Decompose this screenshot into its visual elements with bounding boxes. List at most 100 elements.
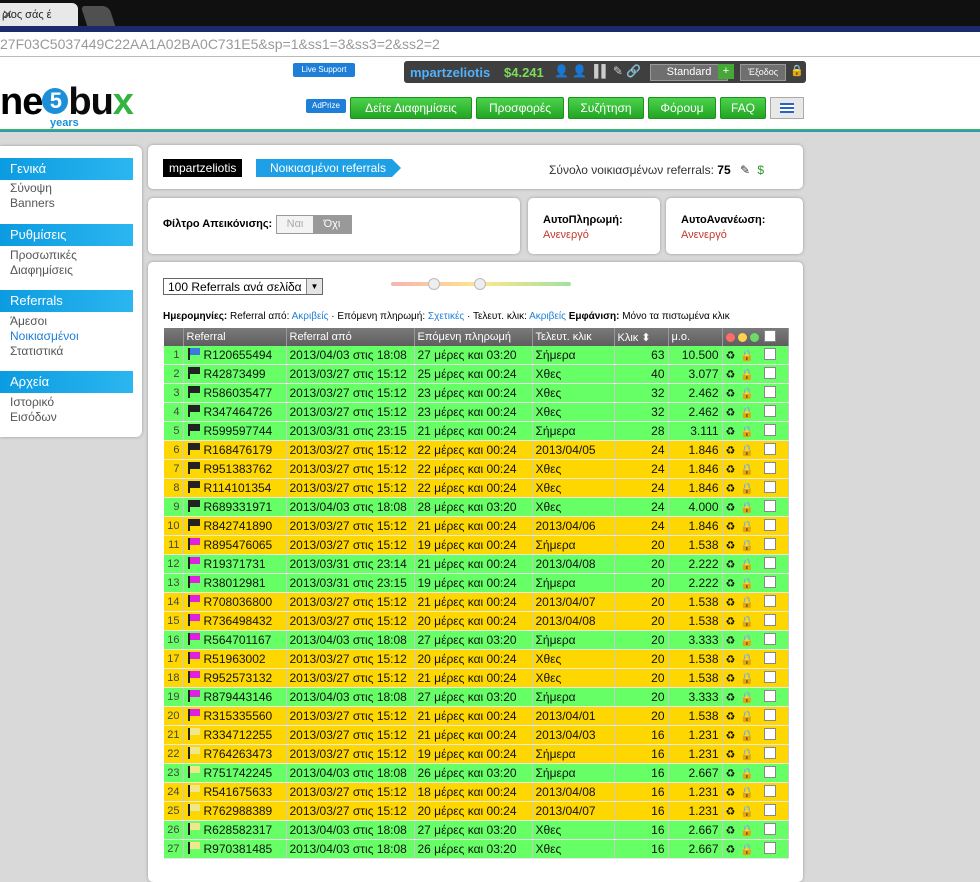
referral-id[interactable]: R564701167 xyxy=(183,630,287,650)
row-checkbox[interactable] xyxy=(764,671,777,683)
recycle-icon[interactable]: ♻ xyxy=(726,597,736,609)
recycle-icon[interactable]: ♻ xyxy=(726,635,736,647)
filter-toggle[interactable]: Ναι Όχι xyxy=(276,215,352,234)
recycle-icon[interactable]: ♻ xyxy=(726,825,736,837)
lock-icon[interactable]: 🔒 xyxy=(740,749,754,761)
recycle-icon[interactable]: ♻ xyxy=(726,616,736,628)
row-checkbox[interactable] xyxy=(764,538,777,550)
sidebar-item-statistics[interactable]: Στατιστικά xyxy=(10,344,63,358)
referral-id[interactable]: R952573132 xyxy=(183,668,287,688)
referral-id[interactable]: R842741890 xyxy=(183,516,287,536)
referral-id[interactable]: R751742245 xyxy=(183,763,287,783)
red-dot-icon[interactable] xyxy=(725,333,735,342)
referral-id[interactable]: R628582317 xyxy=(183,820,287,840)
referral-id[interactable]: R586035477 xyxy=(183,383,287,403)
autorenew-value[interactable]: Ανενεργό xyxy=(681,229,727,241)
next-pay-option[interactable]: Σχετικές xyxy=(428,311,464,322)
recycle-icon[interactable]: ♻ xyxy=(726,445,736,457)
flag-icon[interactable] xyxy=(187,671,201,683)
lock-icon[interactable]: 🔒 xyxy=(740,350,754,362)
recycle-icon[interactable]: ♻ xyxy=(726,711,736,723)
row-checkbox[interactable] xyxy=(764,348,777,360)
flag-icon[interactable] xyxy=(187,538,201,550)
referral-id[interactable]: R599597744 xyxy=(183,421,287,441)
lock-icon[interactable]: 🔒 xyxy=(740,768,754,780)
lock-icon[interactable]: 🔒 xyxy=(740,730,754,742)
row-checkbox[interactable] xyxy=(764,481,777,493)
recycle-icon[interactable]: ♻ xyxy=(726,521,736,533)
recycle-icon[interactable]: ♻ xyxy=(726,578,736,590)
sidebar-item-banners[interactable]: Banners xyxy=(10,196,55,210)
filter-option-yes[interactable]: Ναι xyxy=(277,216,313,233)
recycle-icon[interactable]: ♻ xyxy=(726,407,736,419)
referral-id[interactable]: R879443146 xyxy=(183,687,287,707)
recycle-icon[interactable]: ♻ xyxy=(726,502,736,514)
neobux-logo[interactable]: ne 5 bux xyxy=(0,82,134,122)
recycle-icon[interactable]: ♻ xyxy=(726,730,736,742)
breadcrumb-user[interactable]: mpartzeliotis xyxy=(163,159,243,177)
referral-id[interactable]: R315335560 xyxy=(183,706,287,726)
flag-icon[interactable] xyxy=(187,842,201,854)
lock-icon[interactable]: 🔒 xyxy=(740,521,754,533)
autopay-value[interactable]: Ανενεργό xyxy=(543,229,589,241)
row-checkbox[interactable] xyxy=(764,728,777,740)
chevron-down-icon[interactable]: ▼ xyxy=(306,279,322,294)
lock-icon[interactable]: 🔒 xyxy=(740,540,754,552)
row-checkbox[interactable] xyxy=(764,557,777,569)
recycle-icon[interactable]: ♻ xyxy=(726,692,736,704)
col-referral[interactable]: Referral xyxy=(183,328,287,346)
flag-icon[interactable] xyxy=(187,481,201,493)
money-icon[interactable]: $ xyxy=(757,163,764,177)
nav-view-ads[interactable]: Δείτε Διαφημίσεις xyxy=(350,97,472,119)
nav-offers[interactable]: Προσφορές xyxy=(476,97,564,119)
row-checkbox[interactable] xyxy=(764,576,777,588)
select-all-checkbox[interactable] xyxy=(763,330,776,342)
flag-icon[interactable] xyxy=(187,766,201,778)
flag-icon[interactable] xyxy=(187,348,201,360)
row-checkbox[interactable] xyxy=(764,405,777,417)
flag-icon[interactable] xyxy=(187,405,201,417)
lock-icon[interactable]: 🔒 xyxy=(740,673,754,685)
flag-icon[interactable] xyxy=(187,367,201,379)
recycle-icon[interactable]: ♻ xyxy=(726,426,736,438)
lock-icon[interactable]: 🔒 xyxy=(740,806,754,818)
recycle-icon[interactable]: ♻ xyxy=(726,483,736,495)
recycle-icon[interactable]: ♻ xyxy=(726,749,736,761)
referral-id[interactable]: R970381485 xyxy=(183,839,287,859)
referral-id[interactable]: R51963002 xyxy=(183,649,287,669)
row-checkbox[interactable] xyxy=(764,443,777,455)
lock-icon[interactable]: 🔒 xyxy=(740,616,754,628)
referral-id[interactable]: R347464726 xyxy=(183,402,287,422)
sidebar-section-settings[interactable]: Ρυθμίσεις xyxy=(0,224,133,246)
green-dot-icon[interactable] xyxy=(749,333,759,342)
row-checkbox[interactable] xyxy=(764,652,777,664)
referral-id[interactable]: R764263473 xyxy=(183,744,287,764)
flag-icon[interactable] xyxy=(187,595,201,607)
flag-icon[interactable] xyxy=(187,785,201,797)
lock-icon[interactable]: 🔒 xyxy=(740,787,754,799)
yellow-dot-icon[interactable] xyxy=(737,333,747,342)
slider-handle-yellow[interactable] xyxy=(474,278,486,290)
lock-icon[interactable]: 🔒 xyxy=(740,597,754,609)
flag-icon[interactable] xyxy=(187,690,201,702)
nav-discussion[interactable]: Συζήτηση xyxy=(568,97,644,119)
recycle-icon[interactable]: ♻ xyxy=(726,369,736,381)
lock-icon[interactable]: 🔒 xyxy=(740,825,754,837)
flag-icon[interactable] xyxy=(187,386,201,398)
lock-icon[interactable]: 🔒 xyxy=(740,426,754,438)
referral-id[interactable]: R168476179 xyxy=(183,440,287,460)
lock-icon[interactable]: 🔒 xyxy=(740,445,754,457)
referral-id[interactable]: R38012981 xyxy=(183,573,287,593)
lock-icon[interactable]: 🔒 xyxy=(740,464,754,476)
recycle-icon[interactable]: ♻ xyxy=(726,464,736,476)
nav-forum[interactable]: Φόρουμ xyxy=(648,97,716,119)
row-checkbox[interactable] xyxy=(764,804,777,816)
flag-icon[interactable] xyxy=(187,557,201,569)
flag-icon[interactable] xyxy=(187,443,201,455)
row-checkbox[interactable] xyxy=(764,500,777,512)
lock-icon[interactable]: 🔒 xyxy=(740,483,754,495)
recycle-icon[interactable]: ♻ xyxy=(726,787,736,799)
flag-icon[interactable] xyxy=(187,424,201,436)
lock-icon[interactable]: 🔒 xyxy=(740,559,754,571)
row-checkbox[interactable] xyxy=(764,424,777,436)
